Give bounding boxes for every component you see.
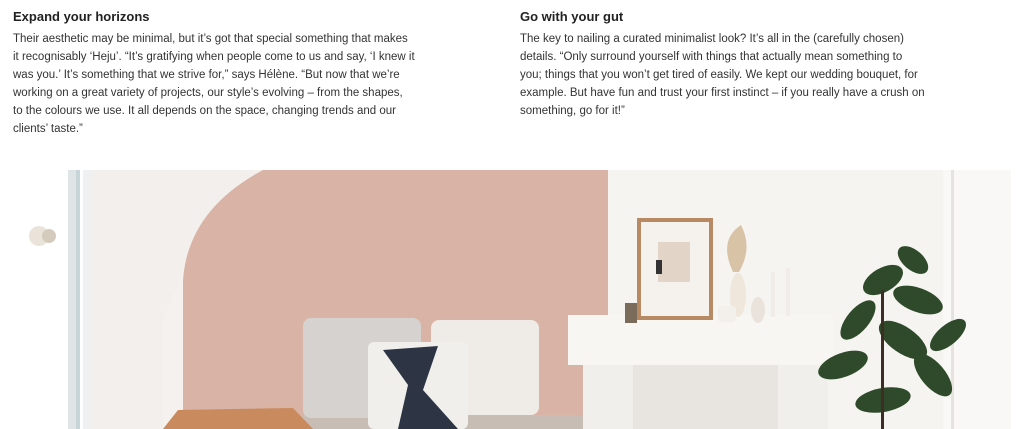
section-heading: Expand your horizons: [13, 9, 150, 24]
blanket: [163, 408, 313, 429]
section-heading: Go with your gut: [520, 9, 624, 24]
section-body: Their aesthetic may be minimal, but it’s…: [13, 33, 415, 135]
section-expand-horizons: Expand your horizons Their aesthetic may…: [13, 8, 415, 138]
section-go-with-gut: Go with your gut The key to nailing a cu…: [520, 8, 925, 138]
interior-photo: [13, 170, 1011, 429]
fireplace-mantel: [568, 315, 833, 365]
article-columns: Expand your horizons Their aesthetic may…: [13, 8, 1013, 138]
interior-photo-illustration: [13, 170, 1011, 429]
candle-holder: [625, 303, 637, 323]
candle: [771, 272, 775, 317]
section-body: The key to nailing a curated minimalist …: [520, 33, 925, 117]
